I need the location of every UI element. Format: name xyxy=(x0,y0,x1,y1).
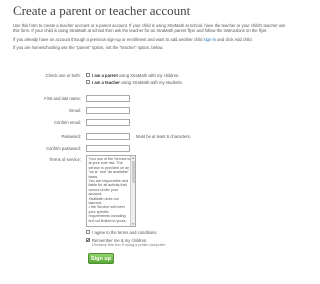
terms-label: Terms of service: xyxy=(49,157,81,162)
sign-in-link[interactable]: sign-in xyxy=(204,37,216,42)
confirm-email-label: Confirm email: xyxy=(54,120,81,125)
parent-rest-text: using XtraMath with my children. xyxy=(117,72,180,78)
remember-hint: Uncheck this box if using a public compu… xyxy=(92,243,166,247)
password-label: Password: xyxy=(61,134,81,139)
check-one-label: Check one or both: xyxy=(45,73,81,78)
page-title: Create a parent or teacher account xyxy=(13,3,191,18)
parent-checkbox-label: I am a parent using XtraMath with my chi… xyxy=(92,73,180,78)
teacher-rest-text: using XtraMath with my students. xyxy=(119,79,183,85)
teacher-checkbox-label: I am a teacher using XtraMath with my st… xyxy=(92,80,183,85)
password-input[interactable] xyxy=(86,132,130,140)
remember-label: Remember me & my children. xyxy=(92,237,148,243)
email-input[interactable] xyxy=(86,106,130,114)
agree-checkbox[interactable] xyxy=(86,230,90,234)
teacher-bold-text: I am a teacher xyxy=(92,79,120,85)
email-label: Email: xyxy=(69,108,81,113)
intro-text: Use this form to create a teacher accoun… xyxy=(13,23,289,54)
first-last-name-label: First and last name: xyxy=(44,96,81,101)
signup-page: Create a parent or teacher account Use t… xyxy=(0,0,300,284)
checkmark-icon xyxy=(86,238,91,242)
confirm-email-input[interactable] xyxy=(86,118,130,126)
agree-label: I agree to the terms and conditions xyxy=(92,229,157,235)
intro-paragraph-2: If you already have an account through a… xyxy=(13,37,289,42)
scroll-up-arrow-icon[interactable]: ▲ xyxy=(131,156,135,160)
terms-scrollbar[interactable]: ▲ ▼ xyxy=(130,156,135,226)
intro-p2-text: If you already have an account through a… xyxy=(13,36,204,42)
confirm-password-label: Confirm password: xyxy=(46,146,81,151)
intro-p2-tail: and click Add child. xyxy=(216,36,253,42)
sign-up-button[interactable]: Sign up xyxy=(88,253,114,264)
parent-bold-text: I am a parent xyxy=(92,72,118,78)
confirm-password-input[interactable] xyxy=(86,144,130,152)
scroll-thumb[interactable] xyxy=(131,161,135,183)
first-last-name-input[interactable] xyxy=(86,94,130,102)
teacher-checkbox[interactable] xyxy=(86,80,90,84)
remember-checkbox[interactable] xyxy=(86,238,91,242)
intro-paragraph-1: Use this form to create a teacher accoun… xyxy=(13,23,286,34)
terms-textarea[interactable]: Your use of the Service is at your sole … xyxy=(86,155,136,227)
parent-checkbox[interactable] xyxy=(86,73,90,77)
intro-paragraph-3: If you are homeschooling use the "parent… xyxy=(13,45,164,51)
password-hint: Must be at least 6 characters. xyxy=(136,134,191,139)
scroll-down-arrow-icon[interactable]: ▼ xyxy=(131,222,135,226)
terms-text: Your use of the Service is at your sole … xyxy=(88,157,131,223)
